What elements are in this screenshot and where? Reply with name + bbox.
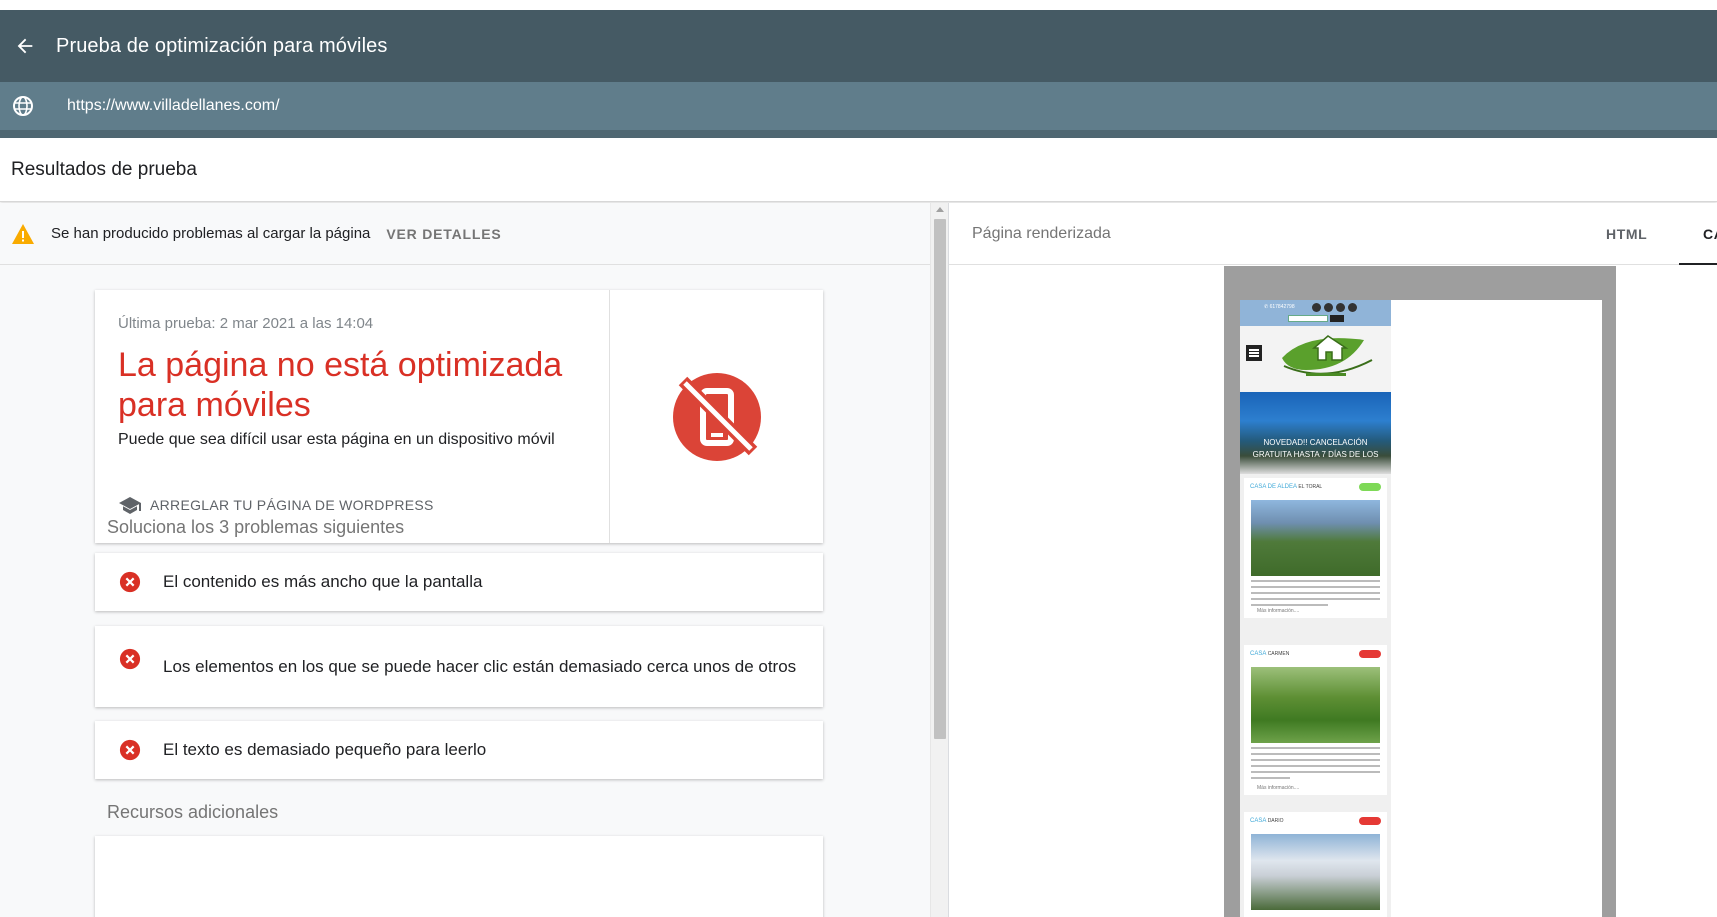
url-bar: https://www.villadellanes.com/ bbox=[0, 82, 1717, 130]
problems-heading: Soluciona los 3 problemas siguientes bbox=[107, 517, 405, 537]
preview-search-button bbox=[1330, 315, 1344, 322]
preview-search-input bbox=[1288, 315, 1328, 322]
preview-card-badge bbox=[1359, 483, 1381, 491]
preview-card-image bbox=[1251, 500, 1380, 576]
error-icon bbox=[119, 648, 141, 670]
device-frame: ✆ 617842798 NOVEDAD!! CANCELACIÓN GRATUI… bbox=[1224, 266, 1616, 917]
preview-card-title: CASA DE ALDEA EL TORAL bbox=[1250, 484, 1323, 490]
hero-caption-1: NOVEDAD!! CANCELACIÓN bbox=[1263, 438, 1368, 447]
preview-card-badge bbox=[1359, 650, 1381, 658]
tab-html[interactable]: HTML bbox=[1606, 226, 1647, 242]
error-icon bbox=[119, 739, 141, 761]
preview-card-text-lines bbox=[1251, 580, 1380, 610]
preview-card: CASA DE ALDEA EL TORAL Más información..… bbox=[1244, 478, 1387, 618]
scroll-up-arrow-icon[interactable] bbox=[936, 207, 944, 212]
scrollbar-thumb[interactable] bbox=[934, 219, 946, 739]
preview-card-more: Más información.... bbox=[1257, 608, 1300, 614]
summary-headline: La página no está optimizada para móvile… bbox=[118, 346, 563, 424]
twitter-icon bbox=[1324, 303, 1333, 312]
active-tab-indicator bbox=[1679, 263, 1717, 265]
preview-topbar: ✆ 617842798 bbox=[1240, 300, 1391, 326]
resources-card bbox=[95, 836, 823, 917]
summary-text-column: Última prueba: 2 mar 2021 a las 14:04 La… bbox=[95, 290, 610, 543]
globe-icon bbox=[13, 96, 33, 116]
preview-phone: ✆ 617842798 bbox=[1264, 304, 1295, 310]
results-header: Resultados de prueba bbox=[0, 138, 1717, 202]
back-button[interactable] bbox=[2, 23, 48, 69]
warning-row: Se han producido problemas al cargar la … bbox=[0, 203, 930, 265]
url-bar-shadow bbox=[0, 130, 1717, 138]
warning-text: Se han producido problemas al cargar la … bbox=[51, 225, 371, 242]
facebook-icon bbox=[1312, 303, 1321, 312]
fix-wordpress-label: ARREGLAR TU PÁGINA DE WORDPRESS bbox=[150, 497, 434, 513]
preview-card: CASA DARIO bbox=[1244, 812, 1387, 917]
preview-card-title: CASA CARMEN bbox=[1250, 651, 1290, 657]
results-panel: Se han producido problemas al cargar la … bbox=[0, 203, 930, 917]
hero-caption-2: GRATUITA HASTA 7 DÍAS DE LOS bbox=[1252, 450, 1379, 459]
preview-card-more: Más información.... bbox=[1257, 785, 1300, 791]
tab-capture[interactable]: CA bbox=[1703, 226, 1717, 242]
problem-item[interactable]: Los elementos en los que se puede hacer … bbox=[95, 626, 823, 707]
view-details-link[interactable]: VER DETALLES bbox=[386, 226, 501, 242]
rendered-title: Página renderizada bbox=[972, 224, 1111, 242]
last-test-date: Última prueba: 2 mar 2021 a las 14:04 bbox=[118, 315, 374, 332]
logo-image bbox=[1282, 335, 1373, 376]
preview-card-badge bbox=[1359, 817, 1381, 825]
preview-card-image bbox=[1251, 834, 1380, 910]
summary-icon-column bbox=[610, 290, 823, 543]
instagram-icon bbox=[1336, 303, 1345, 312]
warning-icon bbox=[12, 223, 34, 244]
app-bar: Prueba de optimización para móviles bbox=[0, 10, 1717, 82]
school-icon bbox=[119, 497, 141, 514]
arrow-back-icon bbox=[17, 38, 33, 54]
not-mobile-friendly-icon bbox=[672, 372, 761, 461]
app-title: Prueba de optimización para móviles bbox=[56, 34, 388, 57]
top-strip bbox=[0, 0, 1717, 10]
preview-hero-image: NOVEDAD!! CANCELACIÓN GRATUITA HASTA 7 D… bbox=[1240, 392, 1391, 474]
problem-text: El contenido es más ancho que la pantall… bbox=[163, 572, 483, 591]
device-screen: ✆ 617842798 NOVEDAD!! CANCELACIÓN GRATUI… bbox=[1240, 300, 1602, 917]
problem-item[interactable]: El contenido es más ancho que la pantall… bbox=[95, 553, 823, 611]
error-icon bbox=[119, 571, 141, 593]
problem-item[interactable]: El texto es demasiado pequeño para leerl… bbox=[95, 721, 823, 779]
summary-subtitle: Puede que sea difícil usar esta página e… bbox=[118, 431, 555, 448]
problem-text: Los elementos en los que se puede hacer … bbox=[163, 656, 797, 676]
preview-card-text-lines bbox=[1251, 747, 1380, 783]
preview-card-title: CASA DARIO bbox=[1250, 818, 1284, 824]
results-title: Resultados de prueba bbox=[11, 158, 197, 180]
left-panel-scrollbar[interactable] bbox=[930, 203, 948, 917]
summary-card: Última prueba: 2 mar 2021 a las 14:04 La… bbox=[95, 290, 823, 543]
preview-logo-area bbox=[1240, 326, 1391, 392]
preview-card: CASA CARMEN Más información.... bbox=[1244, 645, 1387, 795]
rendered-panel: Página renderizada HTML CA ✆ 617842798 bbox=[949, 203, 1717, 917]
hamburger-menu-icon bbox=[1246, 345, 1262, 361]
tested-url[interactable]: https://www.villadellanes.com/ bbox=[67, 97, 280, 115]
resources-heading: Recursos adicionales bbox=[107, 802, 279, 822]
email-icon bbox=[1348, 303, 1357, 312]
fix-wordpress-link[interactable]: ARREGLAR TU PÁGINA DE WORDPRESS bbox=[118, 495, 434, 515]
rendered-page-screenshot: ✆ 617842798 NOVEDAD!! CANCELACIÓN GRATUI… bbox=[1240, 300, 1391, 917]
rendered-tabs: Página renderizada HTML CA bbox=[949, 203, 1717, 265]
problem-text: El texto es demasiado pequeño para leerl… bbox=[163, 740, 487, 759]
preview-card-image bbox=[1251, 667, 1380, 743]
